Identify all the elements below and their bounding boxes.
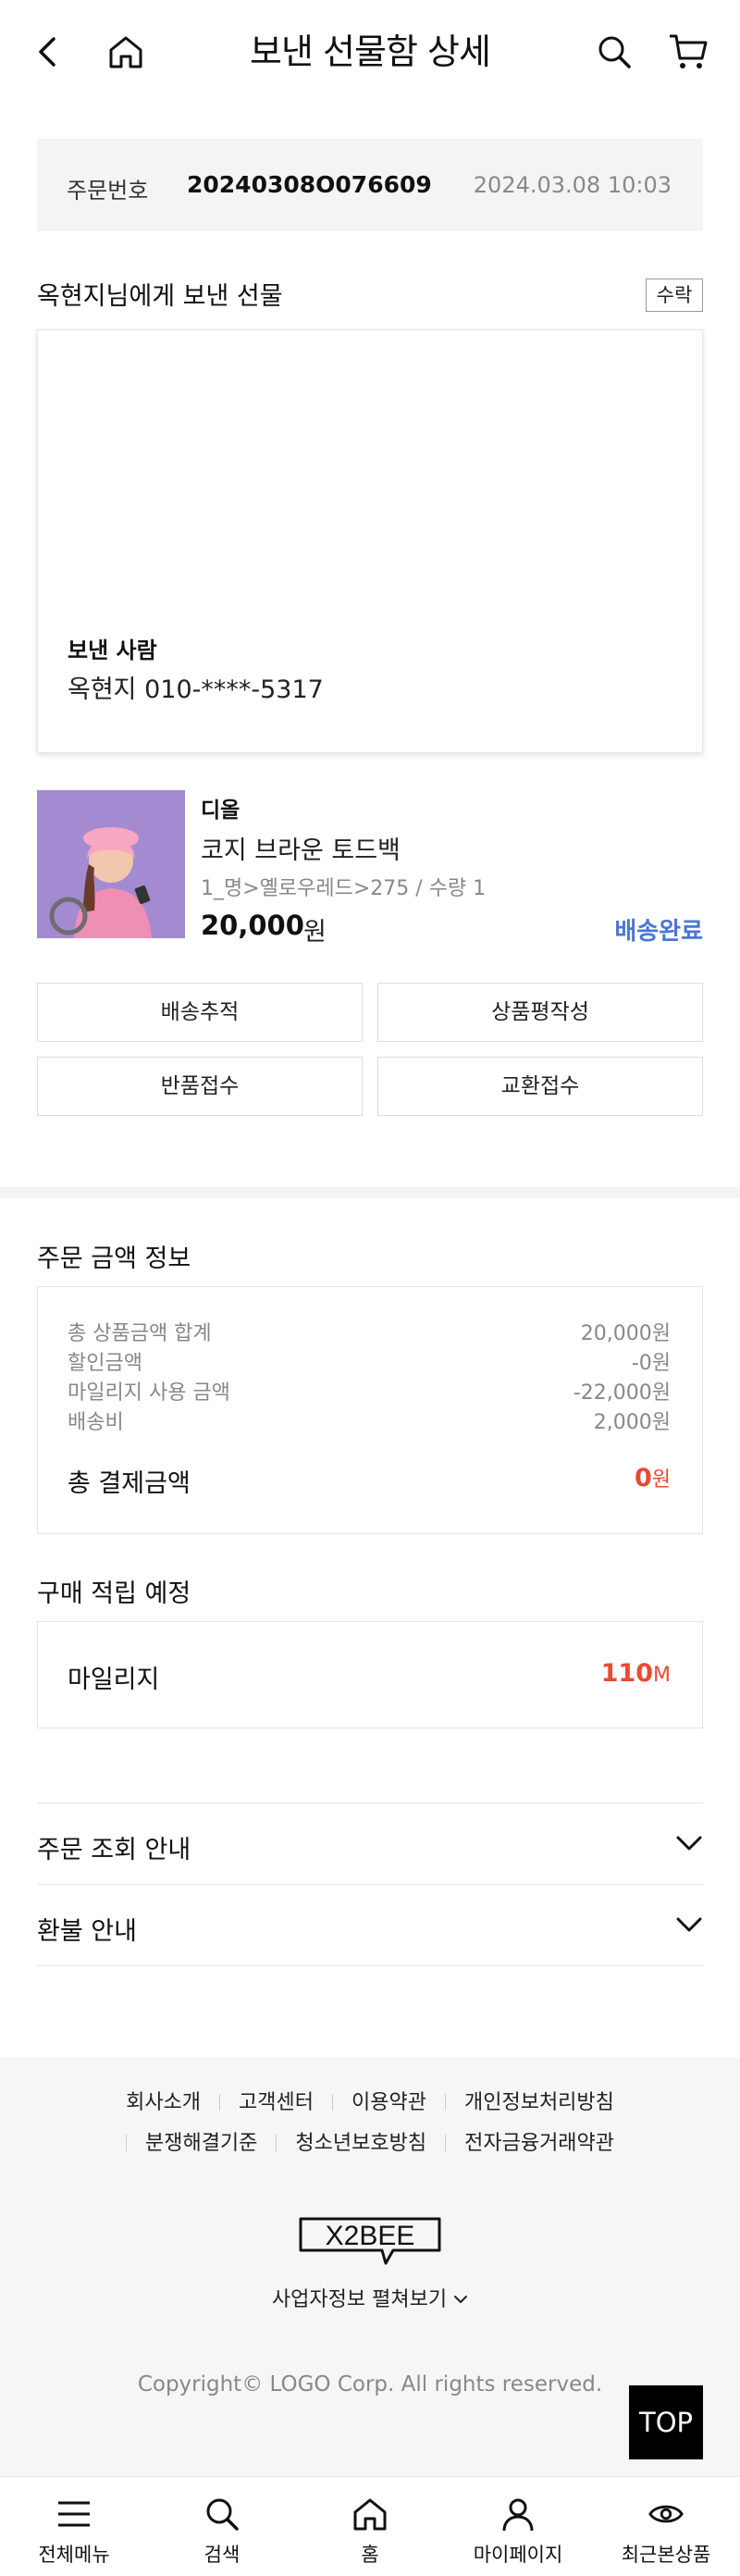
page-title: 보낸 선물함 상세 — [250, 31, 491, 72]
mileage-value: 110M — [601, 1659, 671, 1688]
nav-label: 검색 — [204, 2544, 240, 2566]
user-icon — [502, 2498, 534, 2532]
product-option: 1_명>옐로우레드>275 / 수량 1 — [201, 877, 487, 900]
accordion-refund-guide[interactable]: 환불 안내 — [37, 1885, 703, 1964]
x2bee-logo-icon: X2BEE — [299, 2217, 441, 2265]
footer-separator — [444, 2094, 446, 2111]
cart-icon — [670, 34, 708, 68]
track-delivery-button[interactable]: 배송추적 — [37, 983, 363, 1042]
amount-row: 배송비 2,000원 — [68, 1406, 671, 1435]
gift-message-card: 보낸 사람 옥현지 010-****-5317 — [37, 329, 703, 753]
order-datetime: 2024.03.08 10:03 — [473, 172, 672, 198]
footer-link-privacy[interactable]: 개인정보처리방침 — [464, 2091, 614, 2114]
return-request-button[interactable]: 반품접수 — [37, 1057, 363, 1116]
logo-text: X2BEE — [326, 2221, 415, 2251]
footer-link-support[interactable]: 고객센터 — [239, 2091, 314, 2114]
order-number: 20240308O076609 — [187, 171, 432, 198]
status-badge: 수락 — [646, 279, 703, 312]
footer-separator — [332, 2094, 334, 2111]
nav-item-search[interactable]: 검색 — [148, 2477, 296, 2576]
total-amount: 0 — [634, 1464, 652, 1492]
product-image[interactable] — [37, 790, 185, 938]
business-info-toggle[interactable]: 사업자정보 펼쳐보기 — [0, 2283, 740, 2312]
menu-icon — [58, 2501, 90, 2527]
exchange-request-button[interactable]: 교환접수 — [377, 1057, 703, 1116]
amount-section-title: 주문 금액 정보 — [37, 1245, 191, 1273]
amount-row: 총 상품금액 합계 20,000원 — [68, 1317, 671, 1346]
footer-separator — [276, 2135, 278, 2151]
chevron-down-icon — [676, 1917, 702, 1932]
amount-row-value: -22,000원 — [573, 1381, 671, 1405]
nav-item-mypage[interactable]: 마이페이지 — [444, 2477, 592, 2576]
amount-row-label: 배송비 — [68, 1411, 124, 1434]
nav-label: 전체메뉴 — [38, 2544, 110, 2566]
accordion-divider — [37, 1965, 703, 1966]
back-button[interactable] — [24, 28, 72, 76]
footer-separator — [445, 2135, 447, 2151]
accordion-label: 주문 조회 안내 — [37, 1836, 191, 1864]
bottom-navigation: 전체메뉴 검색 홈 마이페이지 최근본상품 — [0, 2476, 740, 2576]
mileage-unit: M — [653, 1664, 671, 1687]
product-photo-icon — [37, 790, 185, 938]
footer-links-row1: 회사소개 고객센터 이용약관 개인정보처리방침 — [0, 2086, 740, 2115]
write-review-button[interactable]: 상품평작성 — [377, 983, 703, 1042]
mileage-label: 마일리지 — [68, 1666, 160, 1694]
nav-label: 최근본상품 — [621, 2544, 711, 2566]
amount-row-value: 2,000원 — [593, 1411, 671, 1434]
scroll-top-button[interactable]: TOP — [629, 2385, 703, 2459]
footer-link-youth[interactable]: 청소년보호방침 — [295, 2132, 426, 2155]
amount-row-label: 마일리지 사용 금액 — [68, 1381, 230, 1405]
amount-row: 마일리지 사용 금액 -22,000원 — [68, 1376, 671, 1406]
order-number-label: 주문번호 — [67, 178, 149, 204]
mileage-amount: 110 — [600, 1659, 654, 1688]
search-icon — [206, 2498, 239, 2531]
footer-link-terms[interactable]: 이용약관 — [352, 2091, 426, 2114]
product-name[interactable]: 코지 브라운 토드백 — [201, 830, 401, 866]
order-info-box: 주문번호 20240308O076609 2024.03.08 10:03 — [37, 139, 703, 231]
footer-links-row2: 분쟁해결기준 청소년보호방침 전자금융거래약관 — [0, 2126, 740, 2156]
top-header: 보낸 선물함 상세 — [0, 0, 740, 104]
total-payment-label: 총 결제금액 — [68, 1469, 191, 1498]
footer-link-dispute[interactable]: 분쟁해결기준 — [145, 2132, 257, 2155]
mileage-box: 마일리지 110M — [37, 1621, 703, 1728]
total-payment-value: 0원 — [635, 1463, 671, 1492]
search-button[interactable] — [590, 28, 638, 76]
product-brand: 디올 — [201, 799, 240, 823]
nav-item-menu[interactable]: 전체메뉴 — [0, 2477, 148, 2576]
chevron-down-icon — [454, 2296, 468, 2303]
footer-separator — [125, 2135, 127, 2151]
nav-label: 홈 — [361, 2544, 379, 2566]
gift-section-title: 옥현지님에게 보낸 선물 — [37, 282, 283, 311]
amount-row: 할인금액 -0원 — [68, 1346, 671, 1376]
chevron-down-icon — [676, 1836, 702, 1851]
amount-row-value: -0원 — [631, 1352, 671, 1375]
section-divider — [0, 1187, 740, 1198]
amount-row-value: 20,000원 — [580, 1322, 671, 1345]
nav-item-recent[interactable]: 최근본상품 — [592, 2477, 740, 2576]
total-unit: 원 — [651, 1468, 671, 1492]
home-icon — [353, 2498, 387, 2531]
accordion-order-guide[interactable]: 주문 조회 안내 — [37, 1803, 703, 1883]
amount-info-box: 총 상품금액 합계 20,000원 할인금액 -0원 마일리지 사용 금액 -2… — [37, 1286, 703, 1534]
brand-logo: X2BEE — [295, 2215, 445, 2267]
business-info-label: 사업자정보 펼쳐보기 — [271, 2288, 448, 2311]
price-currency: 원 — [303, 918, 327, 947]
mileage-section-title: 구매 적립 예정 — [37, 1579, 191, 1608]
footer-link-company[interactable]: 회사소개 — [126, 2091, 201, 2114]
sender-value: 옥현지 010-****-5317 — [68, 675, 324, 704]
chevron-left-icon — [39, 37, 56, 67]
footer-link-efinance[interactable]: 전자금융거래약관 — [464, 2132, 614, 2155]
sender-label: 보낸 사람 — [68, 638, 157, 663]
footer-separator — [219, 2094, 221, 2111]
nav-item-home[interactable]: 홈 — [296, 2477, 444, 2576]
product-price: 20,000 — [201, 910, 304, 941]
delivery-status: 배송완료 — [614, 918, 703, 946]
nav-label: 마이페이지 — [473, 2544, 563, 2566]
eye-icon — [648, 2505, 684, 2523]
search-icon — [598, 36, 631, 68]
cart-button[interactable] — [664, 28, 712, 76]
accordion-label: 환불 안내 — [37, 1917, 137, 1946]
amount-row-label: 할인금액 — [68, 1352, 142, 1375]
amount-row-label: 총 상품금액 합계 — [68, 1322, 212, 1345]
